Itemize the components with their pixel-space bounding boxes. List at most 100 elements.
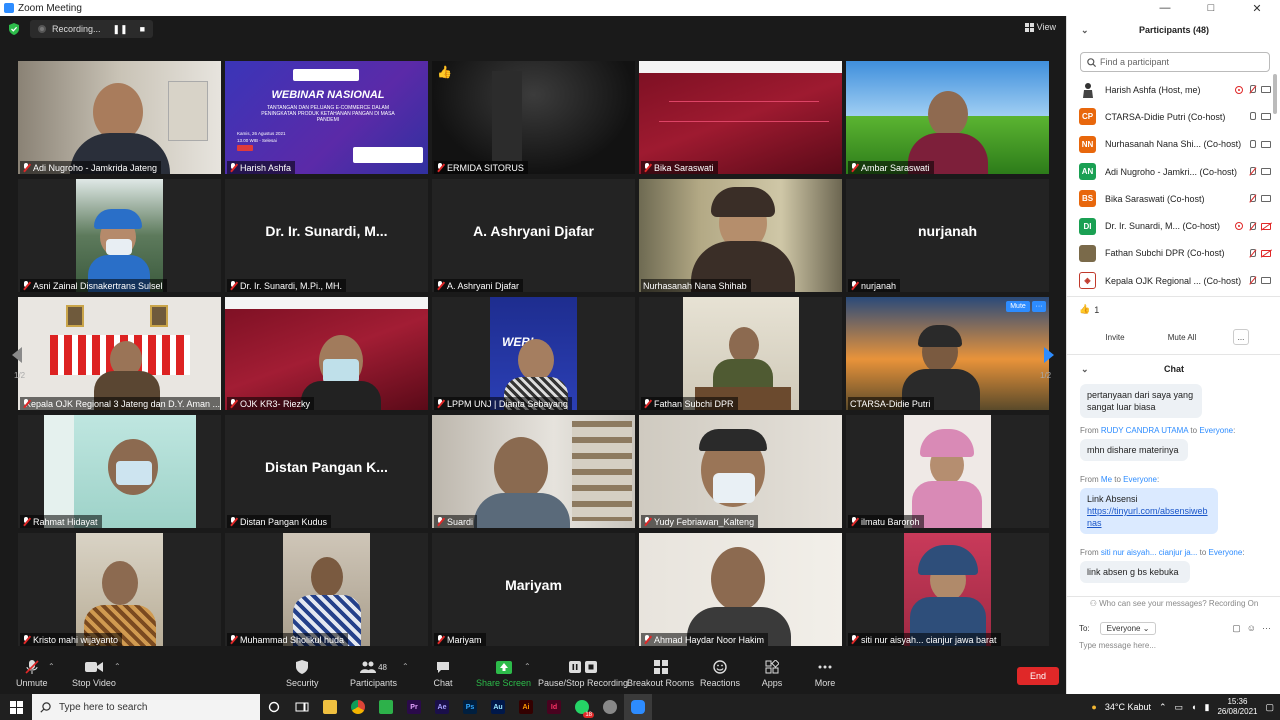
view-button[interactable]: View xyxy=(1024,22,1056,32)
video-tile[interactable]: OJK KR3- Riezky xyxy=(225,297,428,410)
video-tile[interactable]: Rahmat Hidayat xyxy=(18,415,221,528)
video-tile[interactable]: Ahmad Haydar Noor Hakim xyxy=(639,533,842,646)
mute-all-button[interactable]: Mute All xyxy=(1161,329,1203,345)
audio-options-chevron-icon[interactable]: ⌃ xyxy=(48,662,55,671)
share-screen-button[interactable]: Share Screen xyxy=(476,658,531,688)
minimize-button[interactable]: — xyxy=(1142,0,1188,16)
participant-row[interactable]: ◈ Kepala OJK Regional ... (Co-host) xyxy=(1079,267,1271,294)
premiere-icon[interactable]: Pr xyxy=(400,694,428,720)
battery-icon[interactable]: ▮ xyxy=(1204,702,1209,713)
video-tile[interactable]: Mariyam Mariyam xyxy=(432,533,635,646)
apps-button[interactable]: Apps xyxy=(761,658,783,688)
reactions-button[interactable]: Reactions xyxy=(700,658,740,688)
zoom-taskbar-icon[interactable] xyxy=(624,694,652,720)
participant-row[interactable]: AN Adi Nugroho - Jamkri... (Co-host) xyxy=(1079,158,1271,185)
whatsapp-icon[interactable]: 18 xyxy=(568,694,596,720)
chat-message-input[interactable]: Type message here... xyxy=(1079,641,1156,650)
video-tile[interactable]: Asni Zainal Disnakertrans Sulsel xyxy=(18,179,221,292)
previous-page-arrow-icon[interactable] xyxy=(10,346,24,364)
collapse-chat-chevron-icon[interactable]: ⌄ xyxy=(1081,364,1089,375)
pause-stop-recording-button[interactable]: Pause/Stop Recording xyxy=(538,658,628,688)
shield-icon[interactable] xyxy=(8,23,20,35)
maximize-button[interactable]: □ xyxy=(1188,0,1234,16)
close-window-button[interactable]: ✕ xyxy=(1234,0,1280,16)
file-explorer-icon[interactable] xyxy=(316,694,344,720)
video-tile[interactable]: Distan Pangan K... Distan Pangan Kudus xyxy=(225,415,428,528)
indesign-icon[interactable]: Id xyxy=(540,694,568,720)
collapse-participants-chevron-icon[interactable]: ⌄ xyxy=(1081,25,1089,36)
participant-row[interactable]: DI Dr. Ir. Sunardi, M... (Co-host) xyxy=(1079,212,1271,239)
participant-row[interactable]: Harish Ashfa (Host, me) xyxy=(1079,76,1271,103)
participant-row[interactable]: CP CTARSA-Didie Putri (Co-host) xyxy=(1079,103,1271,130)
video-tile[interactable]: 👍 ERMIDA SITORUS xyxy=(432,61,635,174)
video-tile[interactable]: A. Ashryani Djafar A. Ashryani Djafar xyxy=(432,179,635,292)
mute-participant-button[interactable]: Mute xyxy=(1006,301,1030,312)
cortana-icon[interactable] xyxy=(260,694,288,720)
pause-recording-button[interactable]: ❚❚ xyxy=(113,24,128,35)
video-tile[interactable]: Adi Nugroho - Jamkrida Jateng xyxy=(18,61,221,174)
video-tile[interactable]: Mute ··· CTARSA-Didie Putri xyxy=(846,297,1049,410)
participants-button[interactable]: 48 Participants xyxy=(350,658,397,688)
invite-button[interactable]: Invite xyxy=(1097,329,1133,345)
video-tile[interactable]: siti nur aisyah... cianjur jawa barat xyxy=(846,533,1049,646)
reaction-summary: 👍 1 xyxy=(1079,304,1100,315)
tile-more-button[interactable]: ··· xyxy=(1032,301,1046,312)
emoji-icon[interactable]: ☺ xyxy=(1247,623,1256,634)
chat-message: From siti nur aisyah... cianjur ja... to… xyxy=(1080,548,1245,583)
video-tile[interactable]: ilmatu Baroroh xyxy=(846,415,1049,528)
video-tile[interactable]: Kristo mahi wijayanto xyxy=(18,533,221,646)
security-button[interactable]: Security xyxy=(286,658,319,688)
share-options-chevron-icon[interactable]: ⌃ xyxy=(524,662,531,671)
volume-icon[interactable]: ◖ xyxy=(1191,702,1196,712)
end-meeting-button[interactable]: End xyxy=(1017,667,1059,685)
video-tile[interactable]: Fathan Subchi DPR xyxy=(639,297,842,410)
next-page-arrow-icon[interactable] xyxy=(1042,346,1056,364)
participant-row[interactable]: Fathan Subchi DPR (Co-host) xyxy=(1079,240,1271,267)
attendance-link[interactable]: https://tinyurl.com/absensiwebnas xyxy=(1087,506,1208,528)
app-icon[interactable] xyxy=(596,694,624,720)
video-tile[interactable]: WEBINAR NASIONAL TANTANGAN DAN PELUANG E… xyxy=(225,61,428,174)
video-tile[interactable]: Suardi xyxy=(432,415,635,528)
network-icon[interactable]: ▭ xyxy=(1175,702,1184,713)
notifications-icon[interactable]: ▢ xyxy=(1265,702,1274,713)
participant-row[interactable]: BS Bika Saraswati (Co-host) xyxy=(1079,185,1271,212)
unmute-button[interactable]: Unmute xyxy=(16,658,48,688)
video-tile[interactable]: WEBI LPPM UNJ | Dianta Sebayang xyxy=(432,297,635,410)
video-tile[interactable]: Dr. Ir. Sunardi, M... Dr. Ir. Sunardi, M… xyxy=(225,179,428,292)
tray-chevron-icon[interactable]: ⌃ xyxy=(1159,702,1167,713)
participants-options-chevron-icon[interactable]: ⌃ xyxy=(402,662,409,671)
stop-video-button[interactable]: Stop Video xyxy=(72,658,116,688)
phone-app-icon[interactable] xyxy=(372,694,400,720)
video-tile[interactable]: nurjanah nurjanah xyxy=(846,179,1049,292)
participants-scrollbar[interactable] xyxy=(1273,74,1277,114)
breakout-rooms-button[interactable]: Breakout Rooms xyxy=(627,658,694,688)
task-view-icon[interactable] xyxy=(288,694,316,720)
windows-start-button[interactable] xyxy=(0,694,32,720)
video-tile[interactable]: Kepala OJK Regional 3 Jateng dan D.Y. Am… xyxy=(18,297,221,410)
photoshop-icon[interactable]: Ps xyxy=(456,694,484,720)
participant-row[interactable]: NN Nurhasanah Nana Shi... (Co-host) xyxy=(1079,131,1271,158)
recipient-dropdown[interactable]: Everyone ⌄ xyxy=(1099,621,1157,635)
stop-icon xyxy=(585,661,598,673)
video-tile[interactable]: Muhammad Sholikul huda xyxy=(225,533,428,646)
system-clock[interactable]: 15:36 26/08/2021 xyxy=(1217,697,1257,717)
chat-more-icon[interactable]: ··· xyxy=(1262,623,1271,634)
file-attach-icon[interactable]: ▢ xyxy=(1232,623,1241,634)
video-tile[interactable]: Ambar Saraswati xyxy=(846,61,1049,174)
participants-more-button[interactable]: ... xyxy=(1233,329,1249,345)
who-can-see-messages-link[interactable]: ⚇ Who can see your messages? Recording O… xyxy=(1067,599,1280,613)
participant-search-input[interactable]: Find a participant xyxy=(1080,52,1270,72)
weather-label[interactable]: 34°C Kabut xyxy=(1105,702,1151,712)
taskbar-search-input[interactable]: Type here to search xyxy=(32,694,260,720)
video-tile[interactable]: Bika Saraswati xyxy=(639,61,842,174)
video-tile[interactable]: Yudy Febriawan_Kalteng xyxy=(639,415,842,528)
after-effects-icon[interactable]: Ae xyxy=(428,694,456,720)
illustrator-icon[interactable]: Ai xyxy=(512,694,540,720)
chrome-icon[interactable] xyxy=(344,694,372,720)
audition-icon[interactable]: Au xyxy=(484,694,512,720)
more-button[interactable]: More xyxy=(814,658,836,688)
video-options-chevron-icon[interactable]: ⌃ xyxy=(114,662,121,671)
chat-button[interactable]: Chat xyxy=(432,658,454,688)
stop-recording-button[interactable]: ■ xyxy=(140,24,145,34)
video-tile-active-speaker[interactable]: Nurhasanah Nana Shihab xyxy=(639,179,842,292)
